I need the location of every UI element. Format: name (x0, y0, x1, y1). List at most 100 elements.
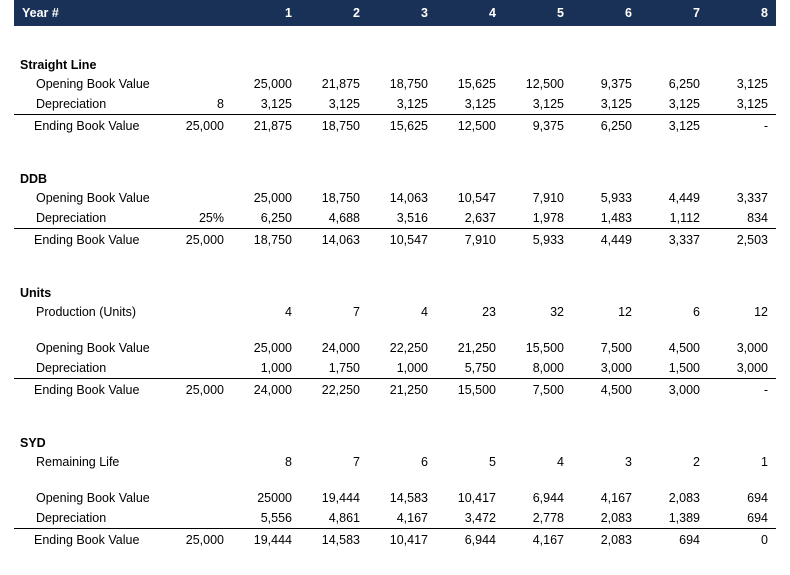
row-label: Remaining Life (36, 455, 120, 469)
row-value-year-6: 1,483 (600, 211, 632, 225)
row-value-year-4: 5 (489, 455, 496, 469)
row-value-year-1: 3,125 (260, 97, 292, 111)
row-base-value (166, 358, 232, 379)
row-value-year-4: 21,250 (457, 341, 496, 355)
row-value-year-3: 14,583 (389, 491, 428, 505)
row-value-year-5: 7,500 (504, 378, 572, 400)
row-value-year-3: 21,250 (368, 378, 436, 400)
row-value-year-5: 12,500 (525, 77, 564, 91)
row-value-year-3: 1,000 (396, 361, 428, 375)
header-year-7: 7 (640, 0, 708, 26)
row-value-year-3: 14,063 (389, 191, 428, 205)
row-value-year-5: 6,944 (532, 491, 564, 505)
header-row: Year # 1 2 3 4 5 6 7 8 (14, 0, 776, 26)
header-year-8: 8 (708, 0, 776, 26)
row-value-year-7: 6,250 (668, 77, 700, 91)
row-value-year-7: 2,083 (668, 491, 700, 505)
row-base-value (166, 338, 232, 358)
row-base-value: 25,000 (166, 114, 232, 136)
table-row: Opening Book Value 25,000 21,875 18,750 15,6… (14, 74, 776, 94)
row-value-year-7: 6 (693, 305, 700, 319)
section-title-ddb: DDB (20, 172, 48, 186)
row-value-year-4: 2,637 (464, 211, 496, 225)
row-value-year-5: 4 (557, 455, 564, 469)
row-base-value (166, 488, 232, 508)
row-value-year-6: 7,500 (600, 341, 632, 355)
row-value-year-3: 6 (421, 455, 428, 469)
row-value-year-4: 6,944 (436, 528, 504, 550)
row-base-value: 25,000 (166, 528, 232, 550)
table-row: Depreciation 1,000 1,750 1,000 5,750 8,000 3,0… (14, 358, 776, 379)
row-value-year-8: - (708, 114, 776, 136)
section-title-straight-line: Straight Line (20, 58, 97, 72)
row-value-year-8: 2,503 (708, 228, 776, 250)
depreciation-schedule-sheet: Year #1 2 3 4 5 6 7 8 Straight Line Opening Book… (0, 0, 790, 575)
table-body: Straight Line Opening Book Value 25,000 21,… (14, 26, 776, 550)
row-value-year-2: 4,688 (328, 211, 360, 225)
row-value-year-6: 4,167 (600, 491, 632, 505)
row-value-year-6: 5,933 (600, 191, 632, 205)
header-year-6: 6 (572, 0, 640, 26)
row-value-year-1: 24,000 (232, 378, 300, 400)
table-row: Opening Book Value 25,000 18,750 14,063 10,5… (14, 188, 776, 208)
row-value-year-2: 24,000 (321, 341, 360, 355)
row-label: Production (Units) (36, 305, 137, 319)
row-value-year-7: 1,389 (668, 511, 700, 525)
row-value-year-1: 25000 (257, 491, 292, 505)
row-value-year-5: 7,910 (532, 191, 564, 205)
row-value-year-6: 4,500 (572, 378, 640, 400)
depreciation-table: Year #1 2 3 4 5 6 7 8 Straight Line Opening Book… (14, 0, 776, 550)
spacer-cell (14, 400, 776, 426)
section-title-syd: SYD (20, 436, 46, 450)
row-base-value: 25,000 (166, 228, 232, 250)
section-header-row: SYD (14, 426, 776, 452)
header-year-1: 1 (232, 0, 300, 26)
row-value-year-6: 2,083 (572, 528, 640, 550)
row-value-year-7: 3,000 (640, 378, 708, 400)
row-value-year-8: 834 (747, 211, 768, 225)
row-label: Opening Book Value (36, 191, 150, 205)
row-value-year-5: 15,500 (525, 341, 564, 355)
row-label: Ending Book Value (14, 114, 166, 136)
row-base-value (166, 508, 232, 529)
row-value-year-6: 9,375 (600, 77, 632, 91)
row-value-year-4: 15,625 (457, 77, 496, 91)
row-base-value: 25% (198, 211, 224, 225)
section-title-units: Units (20, 286, 52, 300)
row-value-year-3: 15,625 (368, 114, 436, 136)
row-value-year-4: 5,750 (464, 361, 496, 375)
table-row: Ending Book Value 25,000 21,875 18,750 15,62… (14, 114, 776, 136)
row-value-year-1: 19,444 (232, 528, 300, 550)
row-value-year-5: 4,167 (504, 528, 572, 550)
row-value-year-2: 7 (353, 305, 360, 319)
row-base-value (166, 302, 232, 322)
row-value-year-8: - (708, 378, 776, 400)
row-value-year-2: 14,063 (300, 228, 368, 250)
gap-below-header (14, 26, 776, 48)
section-header-row: Straight Line (14, 48, 776, 74)
gap-between-sections (14, 400, 776, 426)
row-value-year-1: 25,000 (253, 341, 292, 355)
row-value-year-6: 3,000 (600, 361, 632, 375)
row-value-year-3: 10,417 (368, 528, 436, 550)
row-value-year-2: 14,583 (300, 528, 368, 550)
table-row: Ending Book Value 25,000 19,444 14,583 10,41… (14, 528, 776, 550)
row-value-year-6: 12 (618, 305, 632, 319)
row-value-year-8: 694 (747, 511, 768, 525)
row-value-year-7: 3,125 (668, 97, 700, 111)
row-value-year-8: 3,125 (736, 97, 768, 111)
row-value-year-8: 3,000 (736, 341, 768, 355)
row-value-year-1: 25,000 (253, 77, 292, 91)
row-label: Depreciation (36, 361, 107, 375)
row-value-year-2: 19,444 (321, 491, 360, 505)
spacer-cell (14, 26, 776, 48)
row-value-year-7: 1,112 (669, 211, 700, 225)
row-value-year-3: 3,516 (396, 211, 428, 225)
row-label: Ending Book Value (14, 228, 166, 250)
spacer-cell (14, 136, 776, 162)
row-value-year-3: 4,167 (396, 511, 428, 525)
row-value-year-8: 3,337 (736, 191, 768, 205)
header-year-4: 4 (436, 0, 504, 26)
row-value-year-3: 22,250 (389, 341, 428, 355)
row-base-value (166, 188, 232, 208)
